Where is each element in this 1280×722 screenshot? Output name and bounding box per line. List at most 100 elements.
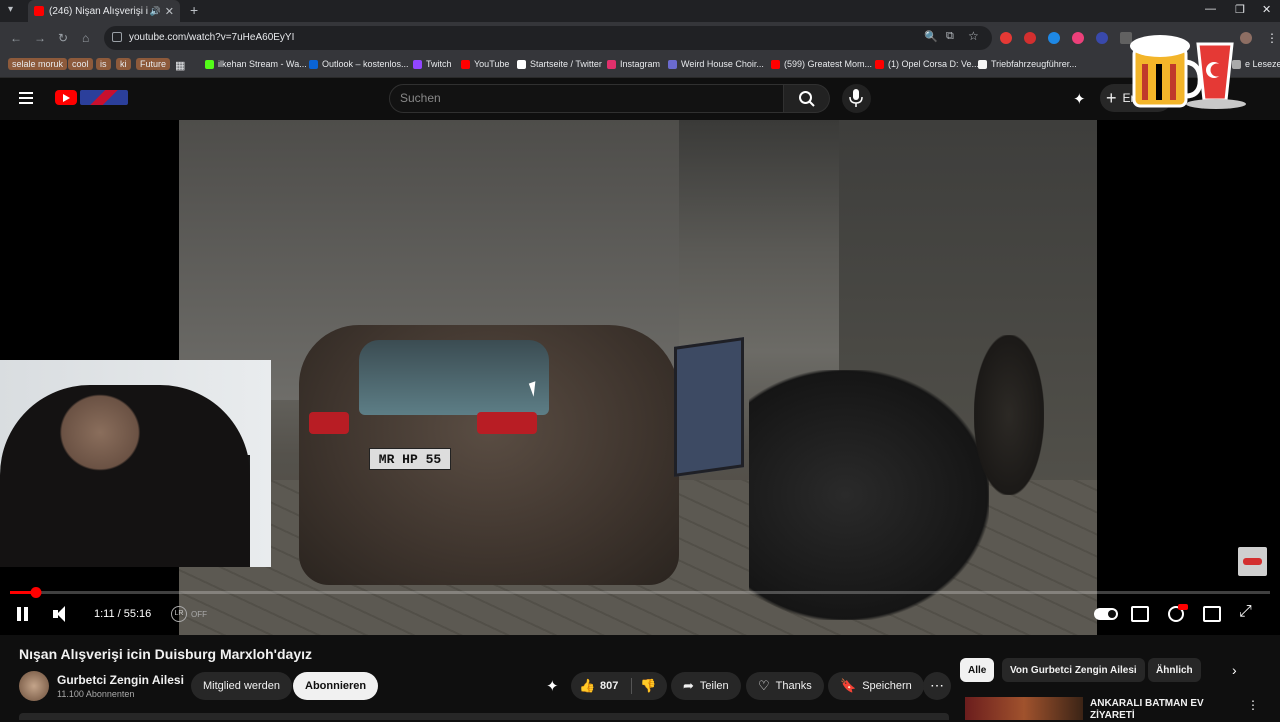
- search-button[interactable]: [784, 84, 830, 113]
- extension-5-icon[interactable]: [1096, 32, 1108, 44]
- bookmark-item[interactable]: cool: [68, 58, 93, 70]
- audio-playing-icon[interactable]: 🔊: [150, 6, 161, 17]
- heart-dollar-icon: ♡: [758, 678, 770, 693]
- side-badge-icon[interactable]: [1238, 547, 1267, 576]
- like-separator: [631, 678, 632, 694]
- restore-icon[interactable]: ❐: [1235, 3, 1245, 16]
- channel-avatar[interactable]: [19, 671, 49, 701]
- bookmark-item[interactable]: Instagram: [607, 59, 660, 69]
- new-tab-icon[interactable]: +: [190, 2, 198, 18]
- search-icon: [799, 91, 815, 107]
- thanks-label: Thanks: [775, 680, 812, 692]
- sparkle-create-icon[interactable]: ✦: [1073, 90, 1086, 108]
- home-icon[interactable]: ⌂: [82, 31, 89, 45]
- tab-close-icon[interactable]: ✕: [165, 5, 174, 18]
- bookmark-favicon-icon: [413, 59, 422, 69]
- bookmark-item[interactable]: is: [96, 58, 111, 70]
- video-scene-license-plate: MR HP 55: [369, 448, 451, 470]
- bookmark-item[interactable]: (1) Opel Corsa D: Ve...: [875, 59, 979, 69]
- bookmark-item[interactable]: selale moruk: [8, 58, 68, 70]
- join-label: Mitglied werden: [203, 680, 281, 692]
- progress-scrubber[interactable]: [30, 587, 42, 598]
- ask-sparkle-icon[interactable]: ✦: [546, 677, 559, 695]
- share-label: Teilen: [699, 680, 729, 692]
- filter-chip[interactable]: Alle: [960, 658, 995, 682]
- thumbs-up-icon[interactable]: 👍: [579, 678, 595, 694]
- thanks-button[interactable]: ♡ Thanks: [746, 672, 824, 700]
- lr-toggle[interactable]: LR OFF: [171, 606, 207, 622]
- install-app-icon[interactable]: ⧉: [946, 30, 954, 43]
- bookmark-item[interactable]: Startseite / Twitter: [517, 59, 602, 69]
- browser-tab-active[interactable]: (246) Nişan Alışverişi icin D 🔊 ✕: [28, 0, 180, 22]
- extension-3-icon[interactable]: [1048, 32, 1060, 44]
- save-button[interactable]: 🔖 Speichern: [828, 672, 924, 700]
- apps-grid-icon[interactable]: ▦: [175, 59, 185, 72]
- minimize-icon[interactable]: —: [1205, 3, 1216, 15]
- join-button[interactable]: Mitglied werden: [191, 672, 293, 700]
- pause-icon[interactable]: [16, 607, 30, 621]
- bookmark-favicon-icon: [461, 59, 470, 69]
- voice-search-button[interactable]: [842, 84, 871, 113]
- search-box[interactable]: [389, 84, 784, 113]
- forward-icon[interactable]: →: [34, 31, 46, 45]
- beer-tea-sticker-overlay: [1130, 35, 1246, 109]
- filter-chip[interactable]: Ähnlich: [1148, 658, 1201, 682]
- extension-1-icon[interactable]: [1000, 32, 1012, 44]
- bookmark-star-icon[interactable]: ☆: [968, 29, 979, 43]
- bookmark-item[interactable]: Twitch: [413, 59, 452, 69]
- channel-name[interactable]: Gurbetci Zengin Ailesi: [57, 673, 184, 687]
- video-player[interactable]: MR HP 55: [0, 120, 1280, 635]
- volume-icon[interactable]: [53, 606, 71, 622]
- bookmarks-bar: selale moruk cool is ki Future ilkehan Stream…: [0, 54, 1280, 78]
- fullscreen-icon[interactable]: [1239, 603, 1257, 622]
- webcam-person: [0, 385, 250, 567]
- bookmark-item[interactable]: YouTube: [461, 59, 509, 69]
- site-info-icon[interactable]: [112, 32, 122, 42]
- theater-mode-icon[interactable]: [1203, 606, 1221, 622]
- thumbs-down-icon[interactable]: 👎: [640, 678, 656, 694]
- youtube-logo[interactable]: [55, 90, 77, 105]
- extension-4-icon[interactable]: [1072, 32, 1084, 44]
- back-icon[interactable]: ←: [10, 31, 22, 45]
- bookmark-item[interactable]: ki: [116, 58, 131, 70]
- bookmark-favicon-icon: [517, 59, 526, 69]
- bookmark-label: YouTube: [474, 59, 510, 69]
- bookmark-label: Future: [140, 59, 167, 69]
- subtitles-icon[interactable]: [1131, 606, 1149, 622]
- like-count[interactable]: 807: [600, 680, 618, 692]
- description-box-top[interactable]: [19, 713, 949, 720]
- chips-next-chevron-icon[interactable]: ›: [1232, 662, 1237, 678]
- bookmark-item[interactable]: Weird House Choir...: [668, 59, 764, 69]
- recommended-more-icon[interactable]: ⋮: [1247, 698, 1259, 712]
- browser-menu-icon[interactable]: ⋮: [1266, 31, 1278, 45]
- reload-icon[interactable]: ↻: [58, 31, 68, 45]
- country-flag-logo: [80, 90, 128, 105]
- autoplay-toggle[interactable]: [1094, 608, 1118, 620]
- menu-hamburger-icon[interactable]: [19, 92, 33, 104]
- browser-tab-strip: ▾ (246) Nişan Alışverişi icin D 🔊 ✕ + — …: [0, 0, 1280, 22]
- bookmark-item[interactable]: Outlook – kostenlos...: [309, 59, 409, 69]
- omnibox[interactable]: youtube.com/watch?v=7uHeA60EyYI 🔍 ⧉ ☆: [104, 26, 992, 50]
- bookmark-label: Outlook – kostenlos...: [322, 59, 409, 69]
- bookmark-item[interactable]: Future: [136, 58, 171, 70]
- bookmark-item[interactable]: (599) Greatest Mom...: [771, 59, 872, 69]
- zoom-icon[interactable]: 🔍: [924, 30, 938, 43]
- more-actions-icon[interactable]: ⋯: [923, 672, 951, 700]
- bookmark-label: cool: [72, 59, 89, 69]
- bookmark-item[interactable]: ilkehan Stream - Wa...: [205, 59, 307, 69]
- progress-bar[interactable]: [10, 587, 1270, 598]
- window-close-icon[interactable]: ✕: [1262, 3, 1271, 16]
- filter-chip[interactable]: Von Gurbetci Zengin Ailesi: [1002, 658, 1145, 682]
- tab-list-chevron-icon[interactable]: ▾: [8, 4, 13, 15]
- search-input[interactable]: [400, 91, 760, 105]
- extension-2-icon[interactable]: [1024, 32, 1036, 44]
- share-button[interactable]: ➦ Teilen: [671, 672, 741, 700]
- bookmark-favicon-icon: [978, 59, 987, 69]
- bookmark-item[interactable]: Triebfahrzeugführer...: [978, 59, 1077, 69]
- recommended-title[interactable]: ANKARALI BATMAN EV ZİYARETİ: [1090, 698, 1220, 722]
- recommended-thumbnail[interactable]: [965, 697, 1083, 720]
- bookmark-favicon-icon: [205, 59, 214, 69]
- bookmark-favicon-icon: [607, 59, 616, 69]
- url-text[interactable]: youtube.com/watch?v=7uHeA60EyYI: [129, 32, 294, 43]
- subscribe-button[interactable]: Abonnieren: [293, 672, 379, 700]
